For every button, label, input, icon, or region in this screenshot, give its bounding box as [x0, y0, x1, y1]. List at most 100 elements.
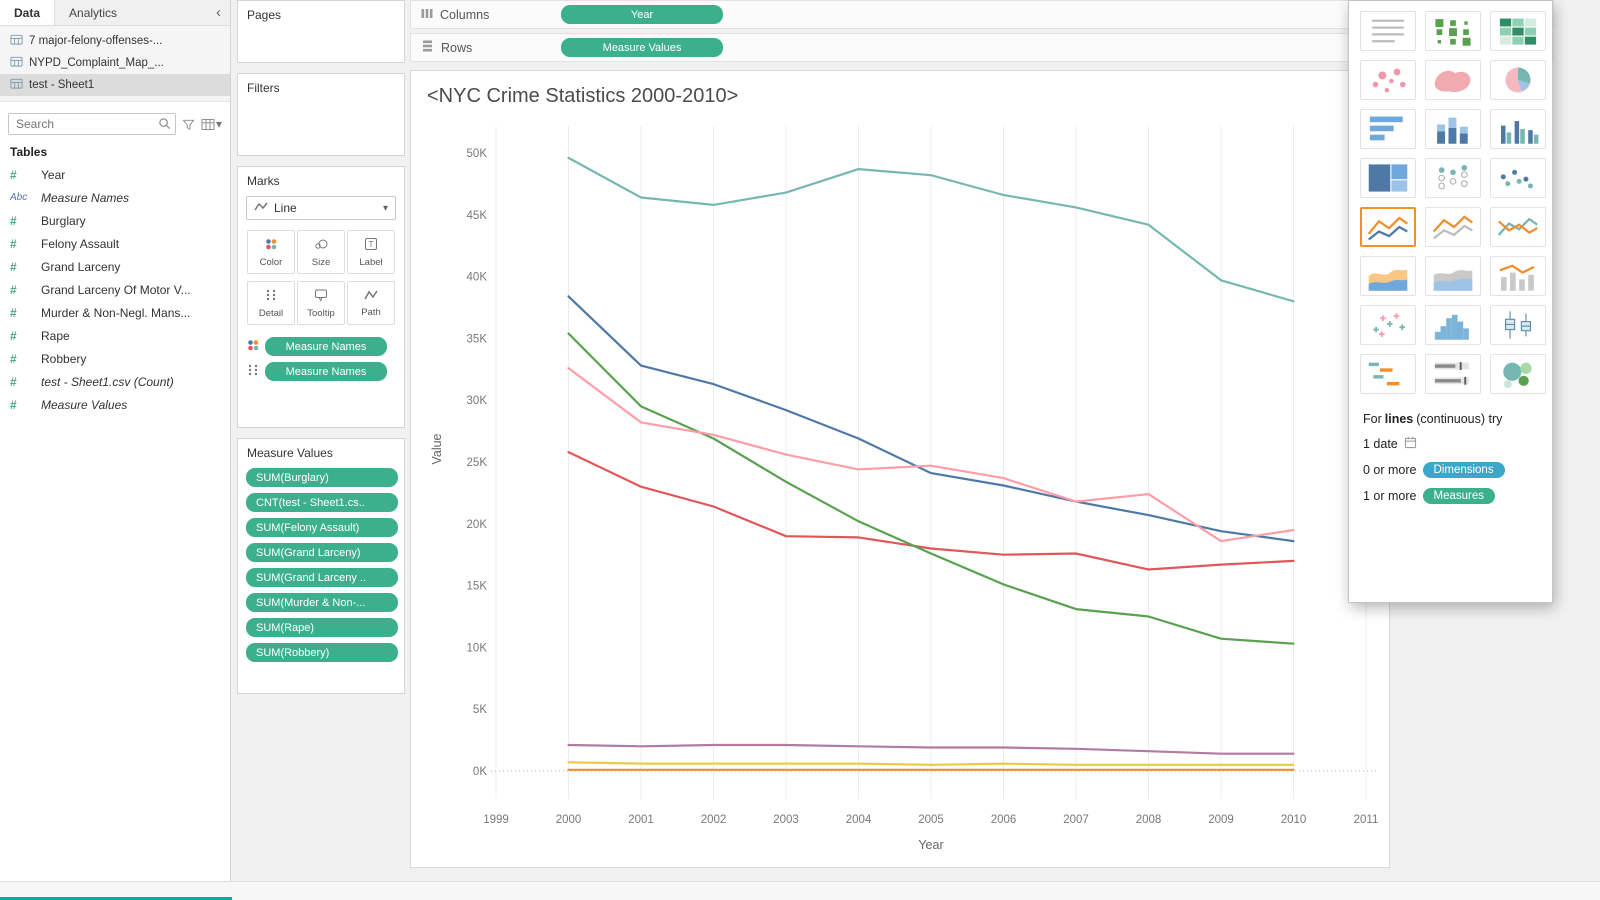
field-label: Measure Names	[41, 190, 130, 205]
label-button[interactable]: T Label	[347, 230, 395, 274]
number-field-icon: #	[10, 305, 17, 320]
data-source-item[interactable]: 7 major-felony-offenses-...	[0, 30, 230, 52]
view-data-grid-icon[interactable]: ▾	[201, 117, 222, 131]
color-button[interactable]: Color	[247, 230, 295, 274]
showme-bullet-graph[interactable]	[1425, 354, 1481, 394]
mark-type-dropdown[interactable]: Line ▾	[246, 196, 396, 220]
showme-area-continuous[interactable]	[1360, 256, 1416, 296]
measure-value-pill[interactable]: SUM(Grand Larceny)	[246, 543, 398, 562]
search-input[interactable]	[8, 113, 176, 135]
showme-filled-map[interactable]	[1425, 60, 1481, 100]
showme-gantt[interactable]	[1360, 354, 1416, 394]
marks-pill-measure-names-color[interactable]: Measure Names	[265, 337, 387, 356]
field-item-measure-names[interactable]: Abc Measure Names	[0, 186, 230, 209]
detail-button[interactable]: Detail	[247, 281, 295, 325]
color-legend-icon	[246, 338, 260, 355]
field-search-row: ▾	[8, 113, 222, 135]
showme-line-discrete[interactable]	[1425, 207, 1481, 247]
svg-text:T: T	[368, 239, 373, 249]
chart-canvas[interactable]: 0K 5K 10K 15K 20K 25K 30K 35K 40K 45K 50K 1999 2000 2…	[411, 71, 1389, 867]
measure-value-pill[interactable]: SUM(Felony Assault)	[246, 518, 398, 537]
field-item-grand-larceny[interactable]: # Grand Larceny	[0, 255, 230, 278]
measure-values-card: Measure Values SUM(Burglary) CNT(test - S…	[237, 438, 405, 694]
filters-shelf[interactable]: Filters	[237, 73, 405, 156]
showme-heat-map[interactable]	[1425, 11, 1481, 51]
showme-pie-chart[interactable]	[1490, 60, 1546, 100]
showme-side-by-side-bar[interactable]	[1490, 109, 1546, 149]
svg-text:2008: 2008	[1136, 814, 1162, 826]
pane-tabs: Data Analytics ‹	[0, 0, 230, 26]
field-label: Felony Assault	[41, 236, 120, 251]
cards-column: Pages Filters Marks Line ▾ Color Size T …	[237, 0, 405, 704]
mark-type-value: Line	[274, 201, 297, 215]
showme-symbol-map[interactable]	[1360, 60, 1416, 100]
tooltip-button[interactable]: Tooltip	[297, 281, 345, 325]
showme-circle-view[interactable]	[1425, 158, 1481, 198]
showme-dual-line[interactable]	[1490, 207, 1546, 247]
showme-treemap[interactable]	[1360, 158, 1416, 198]
showme-stacked-bar[interactable]	[1425, 109, 1481, 149]
show-me-panel: For lines (continuous) try 1 date 0 or mor…	[1348, 0, 1553, 603]
columns-shelf-title: Columns	[440, 7, 490, 22]
filters-shelf-title: Filters	[247, 81, 280, 95]
svg-text:2010: 2010	[1281, 814, 1307, 826]
showme-text-table[interactable]	[1360, 11, 1416, 51]
measure-value-pill[interactable]: SUM(Robbery)	[246, 643, 398, 662]
field-list: # Year Abc Measure Names # Burglary # Felony As…	[0, 163, 230, 416]
filter-fields-icon[interactable]	[182, 118, 195, 131]
svg-text:Year: Year	[918, 838, 943, 852]
showme-req-dimensions: 0 or more Dimensions	[1363, 462, 1538, 478]
pill-measure-values[interactable]: Measure Values	[561, 38, 723, 57]
data-source-icon	[10, 55, 23, 71]
svg-text:2009: 2009	[1208, 814, 1234, 826]
field-item-year[interactable]: # Year	[0, 163, 230, 186]
measure-value-pill[interactable]: CNT(test - Sheet1.cs..	[246, 493, 398, 512]
field-item-felony-assault[interactable]: # Felony Assault	[0, 232, 230, 255]
svg-text:2004: 2004	[846, 814, 872, 826]
collapse-pane-icon[interactable]: ‹	[207, 0, 230, 25]
pill-year[interactable]: Year	[561, 5, 723, 24]
showme-packed-bubbles[interactable]	[1490, 354, 1546, 394]
field-item-measure-values[interactable]: # Measure Values	[0, 393, 230, 416]
string-field-icon: Abc	[10, 192, 28, 203]
marks-pill-measure-names-detail[interactable]: Measure Names	[265, 362, 387, 381]
data-source-label: NYPD_Complaint_Map_...	[29, 57, 164, 69]
chart-title[interactable]: <NYC Crime Statistics 2000-2010>	[427, 85, 738, 108]
showme-highlight-table[interactable]	[1490, 11, 1546, 51]
rows-shelf-icon	[421, 40, 434, 55]
measure-value-pill[interactable]: SUM(Grand Larceny ..	[246, 568, 398, 587]
field-item-test-sheet1-csv-count[interactable]: # test - Sheet1.csv (Count)	[0, 370, 230, 393]
measure-value-pill[interactable]: SUM(Rape)	[246, 618, 398, 637]
showme-thumbnails	[1349, 1, 1552, 404]
showme-dual-combination[interactable]	[1490, 256, 1546, 296]
measure-value-pill[interactable]: SUM(Burglary)	[246, 468, 398, 487]
field-item-robbery[interactable]: # Robbery	[0, 347, 230, 370]
number-field-icon: #	[10, 397, 17, 412]
pages-shelf[interactable]: Pages	[237, 0, 405, 63]
showme-scatter-plot[interactable]	[1360, 305, 1416, 345]
showme-box-and-whisker[interactable]	[1490, 305, 1546, 345]
measure-value-pill[interactable]: SUM(Murder & Non-...	[246, 593, 398, 612]
path-button[interactable]: Path	[347, 281, 395, 325]
showme-side-by-side-circle[interactable]	[1490, 158, 1546, 198]
svg-text:25K: 25K	[467, 457, 488, 469]
data-source-label: 7 major-felony-offenses-...	[29, 35, 163, 47]
data-source-icon	[10, 33, 23, 49]
field-item-grand-larceny-of-motor-v[interactable]: # Grand Larceny Of Motor V...	[0, 278, 230, 301]
tab-data[interactable]: Data	[0, 0, 56, 25]
field-item-murder-non-negl-mans[interactable]: # Murder & Non-Negl. Mans...	[0, 301, 230, 324]
tab-analytics[interactable]: Analytics	[55, 0, 131, 25]
svg-text:2007: 2007	[1063, 814, 1089, 826]
showme-histogram[interactable]	[1425, 305, 1481, 345]
number-field-icon: #	[10, 328, 17, 343]
showme-area-discrete[interactable]	[1425, 256, 1481, 296]
showme-horizontal-bar[interactable]	[1360, 109, 1416, 149]
size-button[interactable]: Size	[297, 230, 345, 274]
field-item-burglary[interactable]: # Burglary	[0, 209, 230, 232]
field-label: Robbery	[41, 351, 87, 366]
showme-line-continuous[interactable]	[1360, 207, 1416, 247]
data-source-item[interactable]: NYPD_Complaint_Map_...	[0, 52, 230, 74]
data-source-item[interactable]: test - Sheet1	[0, 74, 230, 96]
field-item-rape[interactable]: # Rape	[0, 324, 230, 347]
svg-text:5K: 5K	[473, 704, 487, 716]
